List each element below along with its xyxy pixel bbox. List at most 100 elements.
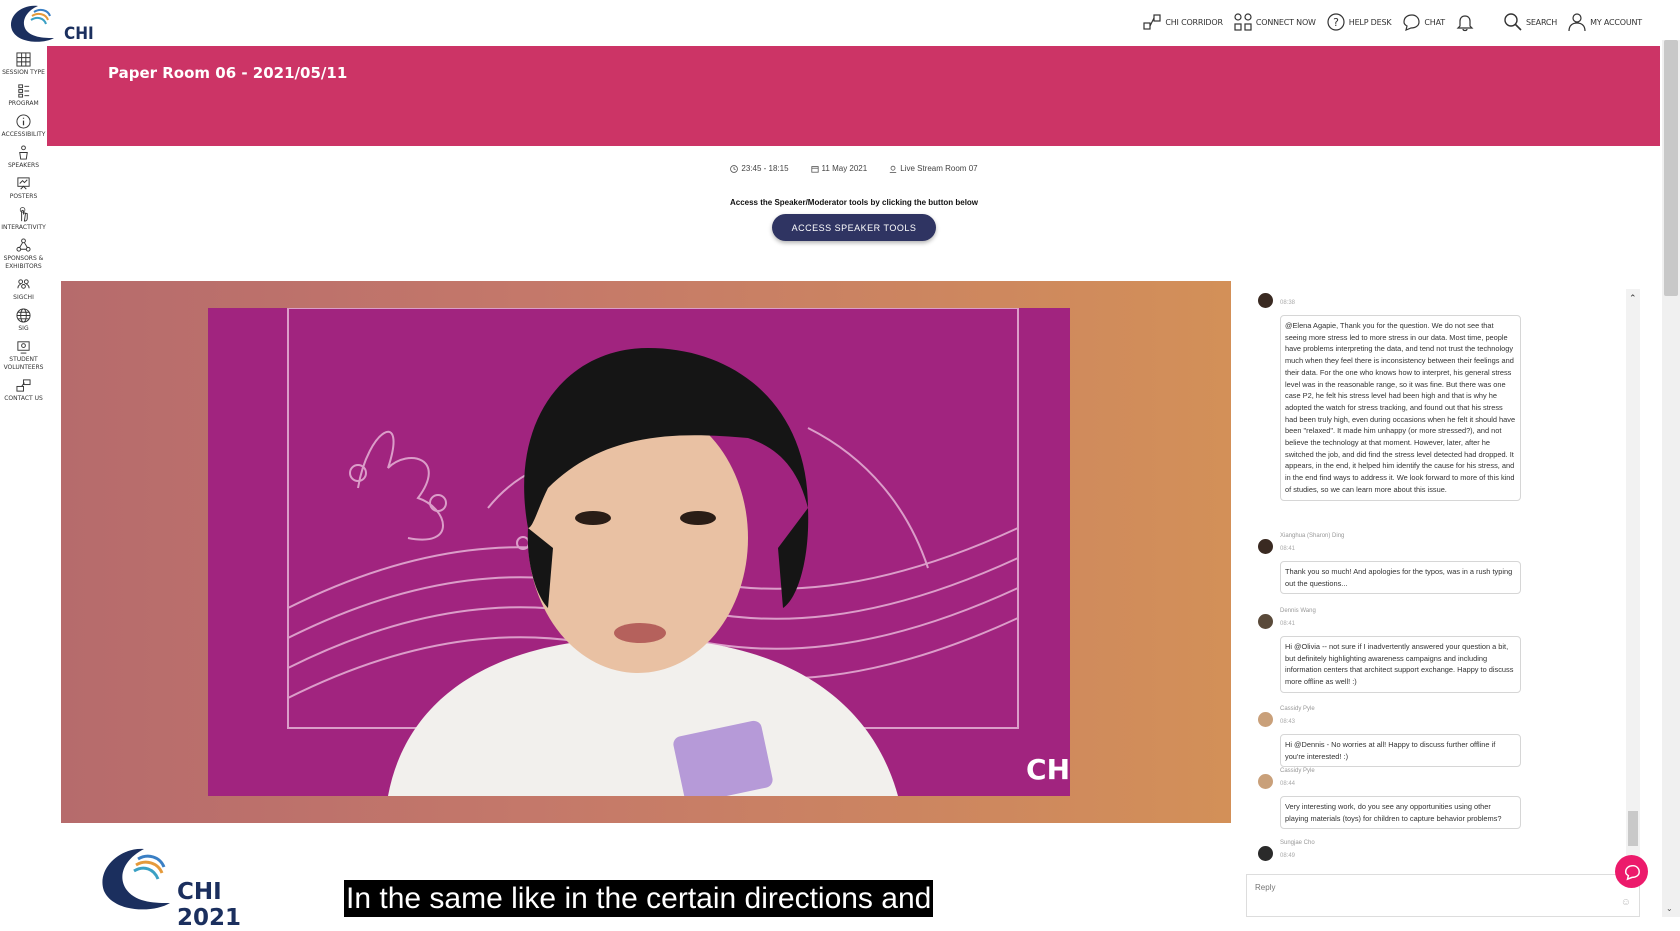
sidebar-item-label: SIGCHI — [13, 294, 34, 301]
nav-connect-now[interactable]: CONNECT NOW — [1233, 12, 1316, 32]
page-scroll-thumb[interactable] — [1664, 40, 1678, 296]
sidebar-item-accessibility[interactable]: ACCESSIBILITY — [0, 114, 47, 139]
sidebar-item-interactivity[interactable]: INTERACTIVITY — [0, 207, 47, 232]
left-sidebar: SESSION TYPE PROGRAM ACCESSIBILITY SPEAK… — [0, 46, 47, 917]
podium-icon — [19, 145, 28, 160]
corridor-icon — [1143, 14, 1161, 30]
chat-time: 08:44 — [1280, 781, 1296, 787]
nav-chat[interactable]: CHAT — [1401, 12, 1445, 32]
search-icon — [1504, 13, 1522, 31]
avatar — [1258, 774, 1273, 789]
video-player[interactable]: CH — [61, 281, 1231, 823]
sidebar-item-sig[interactable]: SIG — [0, 308, 47, 333]
poster-icon — [17, 177, 30, 190]
chat-panel[interactable]: 08:38 @Elena Agapie, Thank you for the q… — [1246, 289, 1640, 871]
list-icon — [18, 84, 30, 98]
grid-icon — [16, 52, 31, 67]
chat-bubble: Thank you so much! And apologies for the… — [1280, 561, 1521, 595]
avatar — [1258, 614, 1273, 629]
session-time: 23:45 - 18:15 — [730, 164, 789, 173]
chi-logo[interactable]: CHI 2021 — [4, 2, 124, 64]
sidebar-item-sponsors[interactable]: SPONSORS & EXHIBITORS — [0, 238, 47, 271]
nav-search[interactable]: SEARCH — [1503, 12, 1557, 32]
video-frame: CH — [208, 308, 1070, 796]
chat-author: Xianghua (Sharon) Ding — [1280, 533, 1345, 539]
contact-icon — [16, 379, 31, 392]
chevron-down-icon[interactable]: ⌄ — [1666, 904, 1673, 913]
nav-notifications[interactable] — [1455, 12, 1475, 32]
sidebar-item-sigchi[interactable]: SIGCHI — [0, 277, 47, 302]
page-scrollbar[interactable]: ⌄ — [1662, 40, 1680, 917]
help-icon: ? — [1327, 13, 1345, 31]
sidebar-item-label: STUDENT VOLUNTEERS — [3, 356, 44, 371]
chat-time: 08:41 — [1280, 546, 1296, 552]
chat-icon — [1403, 14, 1421, 31]
nav-label: CHI CORRIDOR — [1165, 17, 1223, 27]
svg-text:?: ? — [1333, 16, 1339, 29]
chat-scrollbar[interactable]: ⌃ — [1626, 289, 1640, 871]
chat-bubble-icon — [1624, 864, 1640, 880]
calendar-icon — [810, 165, 819, 173]
session-time-text: 23:45 - 18:15 — [741, 164, 789, 173]
video-watermark: CH — [1026, 753, 1070, 786]
wave-logo-icon — [102, 848, 170, 910]
page-title: Paper Room 06 - 2021/05/11 — [108, 64, 348, 82]
clock-icon — [730, 164, 739, 173]
sidebar-item-label: SESSION TYPE — [2, 69, 45, 76]
chevron-up-icon[interactable]: ⌃ — [1629, 293, 1637, 304]
avatar — [1258, 712, 1273, 727]
subtitle-caption: In the same like in the certain directio… — [344, 880, 934, 917]
sidebar-item-contact-us[interactable]: CONTACT US — [0, 378, 47, 403]
session-room-text: Live Stream Room 07 — [900, 164, 978, 173]
reply-box: ☺ — [1246, 874, 1640, 917]
nav-label: CONNECT NOW — [1255, 17, 1316, 27]
chat-bubble: Hi @Dennis - No worries at all! Happy to… — [1280, 734, 1521, 768]
sidebar-item-label: SPONSORS & EXHIBITORS — [3, 255, 44, 270]
wave-logo-icon — [11, 5, 54, 42]
session-date-text: 11 May 2021 — [821, 164, 868, 173]
nav-help-desk[interactable]: ? HELP DESK — [1326, 12, 1392, 32]
people-icon — [17, 279, 30, 289]
session-banner: Paper Room 06 - 2021/05/11 — [47, 46, 1660, 146]
avatar — [1258, 539, 1273, 554]
top-bar: CHI 2021 CHI CORRIDOR CONNECT NOW ? HELP… — [0, 0, 1680, 64]
chat-scroll-thumb[interactable] — [1628, 811, 1638, 846]
chat-time: 08:41 — [1280, 621, 1296, 627]
chat-author: Cassidy Pyle — [1280, 768, 1315, 774]
network-icon — [16, 238, 31, 252]
avatar — [1258, 293, 1273, 308]
sidebar-item-student-volunteers[interactable]: STUDENT VOLUNTEERS — [0, 339, 47, 372]
chat-author: Dennis Wang — [1280, 608, 1316, 614]
sidebar-item-program[interactable]: PROGRAM — [0, 83, 47, 108]
nav-my-account[interactable]: MY ACCOUNT — [1567, 12, 1642, 32]
nav-label: HELP DESK — [1348, 17, 1392, 27]
chat-toggle-button[interactable] — [1615, 855, 1648, 888]
speaker-tools-notice: Access the Speaker/Moderator tools by cl… — [729, 198, 979, 207]
avatar — [1258, 846, 1273, 861]
chat-time: 08:49 — [1280, 853, 1296, 859]
bell-icon — [1456, 15, 1474, 32]
access-speaker-tools-button[interactable]: ACCESS SPEAKER TOOLS — [772, 214, 936, 241]
nav-label: CHAT — [1424, 17, 1445, 27]
top-navigation: CHI CORRIDOR CONNECT NOW ? HELP DESK CHA… — [1142, 12, 1642, 32]
chat-time: 08:43 — [1280, 719, 1296, 725]
nav-chi-corridor[interactable]: CHI CORRIDOR — [1142, 12, 1223, 32]
logo-text: CHI 2021 — [177, 879, 242, 931]
sidebar-item-session-type[interactable]: SESSION TYPE — [0, 52, 47, 77]
session-room: Live Stream Room 07 — [889, 164, 978, 173]
chi-logo-large: CHI 2021 — [92, 843, 272, 931]
chat-author: Cassidy Pyle — [1280, 706, 1315, 712]
nav-label: MY ACCOUNT — [1590, 17, 1642, 27]
session-date: 11 May 2021 — [810, 164, 868, 173]
volunteer-icon — [17, 341, 30, 354]
sidebar-item-label: ACCESSIBILITY — [1, 131, 46, 138]
chat-author: Sungjae Cho — [1280, 840, 1315, 846]
emoji-icon[interactable]: ☺ — [1621, 897, 1631, 908]
connect-icon — [1234, 13, 1252, 31]
chat-time: 08:38 — [1280, 300, 1296, 306]
sidebar-item-label: SIG — [18, 325, 29, 332]
reply-input[interactable] — [1247, 875, 1627, 899]
info-icon — [16, 114, 31, 129]
video-content — [287, 308, 1019, 796]
hand-icon — [19, 207, 28, 222]
